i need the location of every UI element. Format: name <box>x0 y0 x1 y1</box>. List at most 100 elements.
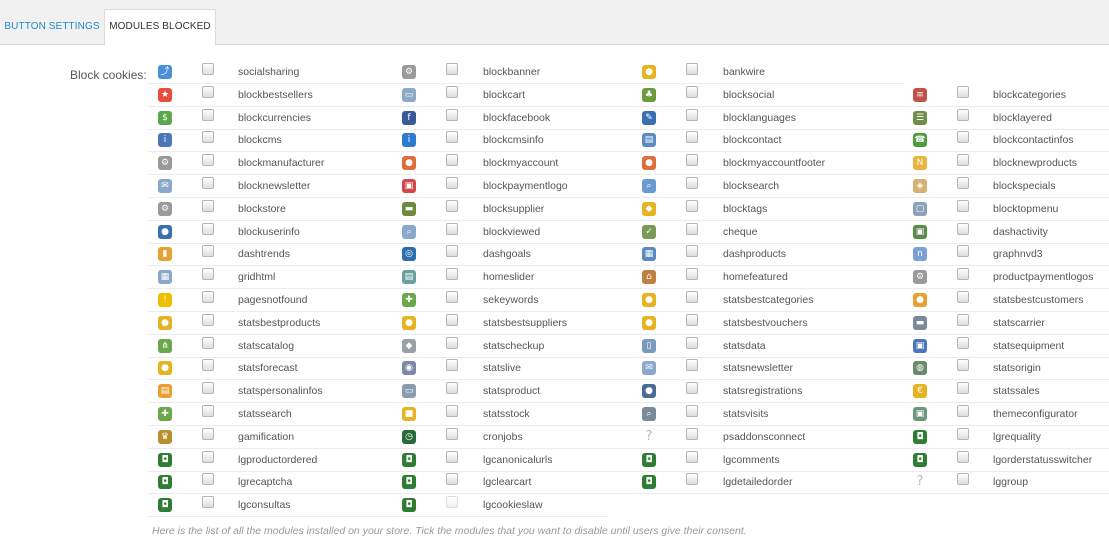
row-divider <box>148 516 608 518</box>
module-checkbox-blocklayered[interactable] <box>957 108 969 121</box>
module-checkbox-lgclearcart[interactable] <box>446 473 458 486</box>
module-checkbox-blockcontact[interactable] <box>686 131 698 144</box>
module-name: statsbestvouchers <box>723 316 808 329</box>
module-checkbox-blocksocial[interactable] <box>686 85 698 98</box>
module-checkbox-lgdetailedorder[interactable] <box>686 473 698 486</box>
module-checkbox-blockpaymentlogo[interactable] <box>446 177 458 189</box>
module-checkbox-lggroup[interactable] <box>957 473 969 486</box>
module-checkbox-lgcanonicalurls[interactable] <box>446 450 458 463</box>
info-icon: i <box>402 133 416 148</box>
module-checkbox-statsregistrations[interactable] <box>686 382 698 395</box>
module-name: blocktags <box>723 202 768 215</box>
contact-folder-icon: ▤ <box>158 384 172 399</box>
module-name: lgclearcart <box>483 476 532 489</box>
module-checkbox-blockspecials[interactable] <box>957 177 969 189</box>
module-checkbox-statsproduct[interactable] <box>446 382 458 395</box>
lg-icon: ◘ <box>402 498 416 513</box>
lg-icon: ◘ <box>158 452 172 467</box>
module-checkbox-statssearch[interactable] <box>202 405 214 417</box>
module-checkbox-blockcategories[interactable] <box>957 85 969 98</box>
module-checkbox-blocknewsletter[interactable] <box>202 177 214 189</box>
module-checkbox-blockfacebook[interactable] <box>446 108 458 121</box>
module-name: statsbestcustomers <box>993 294 1084 306</box>
window-icon: ▢ <box>913 201 927 216</box>
module-checkbox-statscheckup[interactable] <box>446 336 458 349</box>
module-checkbox-lgproductordered[interactable] <box>202 450 214 463</box>
module-checkbox-lgconsultas[interactable] <box>202 496 214 509</box>
module-checkbox-statsstock[interactable] <box>446 405 458 417</box>
globe-icon: ◍ <box>913 361 927 376</box>
module-checkbox-lgrecaptcha[interactable] <box>202 473 214 486</box>
module-checkbox-blocksearch[interactable] <box>686 177 698 189</box>
row-divider <box>148 402 1109 404</box>
module-checkbox-graphnvd3[interactable] <box>957 245 969 258</box>
module-name: statsregistrations <box>723 385 803 398</box>
module-checkbox-blockcurrencies[interactable] <box>202 108 214 121</box>
user-icon: ● <box>642 384 656 399</box>
module-checkbox-gridhtml[interactable] <box>202 268 214 281</box>
module-checkbox-statspersonalinfos[interactable] <box>202 382 214 395</box>
module-checkbox-blockmyaccount[interactable] <box>446 154 458 167</box>
module-name: lgcookieslaw <box>483 499 543 512</box>
module-checkbox-statsequipment[interactable] <box>957 336 969 349</box>
module-checkbox-blockcart[interactable] <box>446 85 458 98</box>
module-checkbox-statsbestproducts[interactable] <box>202 313 214 326</box>
module-checkbox-statsbestcustomers[interactable] <box>957 291 969 303</box>
row-divider <box>148 311 1109 312</box>
module-checkbox-blocksupplier[interactable] <box>446 199 458 212</box>
module-checkbox-blocktopmenu[interactable] <box>957 199 969 212</box>
module-checkbox-blockstore[interactable] <box>202 199 214 212</box>
module-checkbox-statsvisits[interactable] <box>686 405 698 417</box>
module-checkbox-blockuserinfo[interactable] <box>202 222 214 235</box>
module-checkbox-dashproducts[interactable] <box>686 245 698 258</box>
module-checkbox-blocknewproducts[interactable] <box>957 154 969 167</box>
module-checkbox-bankwire[interactable] <box>686 63 698 75</box>
module-name: sekeywords <box>483 294 539 306</box>
module-checkbox-blockcontactinfos[interactable] <box>957 131 969 144</box>
module-checkbox-blockcmsinfo[interactable] <box>446 131 458 144</box>
module-checkbox-statsbestsuppliers[interactable] <box>446 313 458 326</box>
module-checkbox-blockmanufacturer[interactable] <box>202 154 214 167</box>
module-name: homefeatured <box>723 271 788 284</box>
module-checkbox-socialsharing[interactable] <box>202 63 214 75</box>
module-checkbox-blocklanguages[interactable] <box>686 108 698 121</box>
module-checkbox-statssales[interactable] <box>957 382 969 395</box>
module-checkbox-dashgoals[interactable] <box>446 245 458 258</box>
module-checkbox-homefeatured[interactable] <box>686 268 698 281</box>
module-checkbox-blockbanner[interactable] <box>446 63 458 75</box>
module-checkbox-productpaymentlogos[interactable] <box>957 268 969 281</box>
module-checkbox-statscarrier[interactable] <box>957 313 969 326</box>
module-checkbox-lgcomments[interactable] <box>686 450 698 463</box>
module-checkbox-lgorderstatusswitcher[interactable] <box>957 450 969 463</box>
module-checkbox-dashtrends[interactable] <box>202 245 214 258</box>
document-icon: ▯ <box>642 338 656 353</box>
module-checkbox-blockbestsellers[interactable] <box>202 85 214 98</box>
module-checkbox-themeconfigurator[interactable] <box>957 405 969 417</box>
module-checkbox-lgrequality[interactable] <box>957 427 969 440</box>
module-checkbox-statsorigin[interactable] <box>957 359 969 372</box>
module-checkbox-statsbestcategories[interactable] <box>686 291 698 303</box>
module-checkbox-blockmyaccountfooter[interactable] <box>686 154 698 167</box>
module-checkbox-sekeywords[interactable] <box>446 291 458 303</box>
module-checkbox-statslive[interactable] <box>446 359 458 372</box>
module-checkbox-blockcms[interactable] <box>202 131 214 144</box>
module-name: blockcmsinfo <box>483 134 544 147</box>
module-checkbox-psaddonsconnect[interactable] <box>686 427 698 440</box>
module-checkbox-cronjobs[interactable] <box>446 427 458 440</box>
module-checkbox-blockviewed[interactable] <box>446 222 458 235</box>
module-checkbox-gamification[interactable] <box>202 427 214 440</box>
module-checkbox-statsdata[interactable] <box>686 336 698 349</box>
module-checkbox-statsforecast[interactable] <box>202 359 214 372</box>
module-checkbox-cheque[interactable] <box>686 222 698 235</box>
truck-icon: ▬ <box>913 315 927 330</box>
module-checkbox-homeslider[interactable] <box>446 268 458 281</box>
module-checkbox-pagesnotfound[interactable] <box>202 291 214 303</box>
module-name: blockcart <box>483 88 526 101</box>
module-checkbox-statsbestvouchers[interactable] <box>686 313 698 326</box>
module-name: blocksocial <box>723 88 775 101</box>
people-icon: ♣ <box>642 87 656 102</box>
module-checkbox-blocktags[interactable] <box>686 199 698 212</box>
module-checkbox-dashactivity[interactable] <box>957 222 969 235</box>
module-checkbox-statscatalog[interactable] <box>202 336 214 349</box>
module-checkbox-statsnewsletter[interactable] <box>686 359 698 372</box>
